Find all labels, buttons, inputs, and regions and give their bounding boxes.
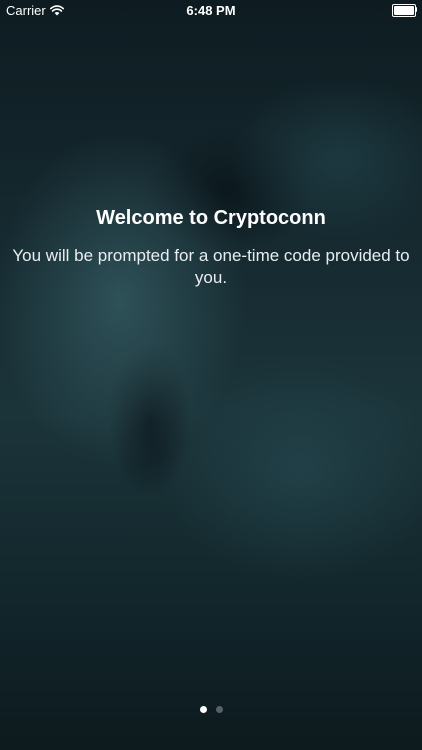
page-indicator[interactable]	[0, 706, 422, 713]
battery-icon	[392, 4, 417, 17]
battery-tip	[415, 7, 417, 12]
battery-body	[392, 4, 416, 17]
status-bar: Carrier 6:48 PM	[0, 0, 422, 22]
welcome-message: You will be prompted for a one-time code…	[12, 246, 410, 287]
page-dot-1[interactable]	[199, 706, 207, 713]
onboarding-screen[interactable]: Carrier 6:48 PM Welcome to Cryptoconn Yo…	[0, 0, 422, 750]
battery-fill	[394, 6, 414, 15]
welcome-title: Welcome to Cryptoconn	[96, 207, 326, 229]
welcome-block: Welcome to Cryptoconn You will be prompt…	[0, 205, 422, 289]
page-dot-2[interactable]	[215, 706, 223, 713]
status-time: 6:48 PM	[186, 3, 236, 18]
